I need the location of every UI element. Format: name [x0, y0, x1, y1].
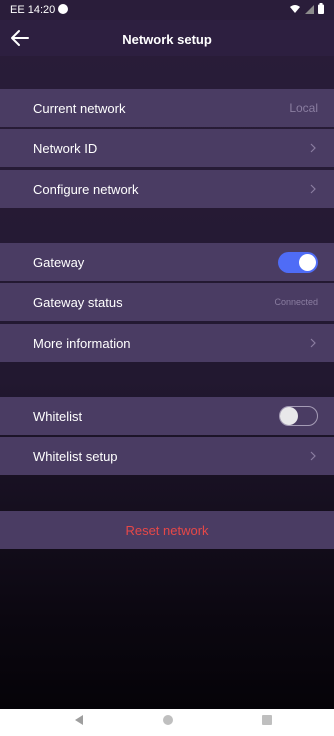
- page-title: Network setup: [122, 32, 212, 47]
- toggle-knob: [299, 254, 316, 271]
- gateway-status-label: Gateway status: [33, 295, 123, 310]
- battery-icon: [318, 3, 324, 14]
- current-network-label: Current network: [33, 101, 126, 116]
- status-icons: [289, 3, 324, 14]
- chevron-right-icon: [310, 184, 316, 194]
- signal-icon: [305, 4, 314, 14]
- nav-back-icon[interactable]: [74, 714, 84, 726]
- system-nav-bar: [0, 709, 334, 736]
- chevron-right-icon: [310, 143, 316, 153]
- app-bar: Network setup: [0, 20, 334, 56]
- configure-network-row[interactable]: Configure network: [0, 170, 334, 208]
- status-time: EE 14:20: [10, 4, 56, 16]
- chevron-right-icon: [310, 451, 316, 461]
- whitelist-setup-label: Whitelist setup: [33, 449, 118, 464]
- toggle-knob: [280, 407, 298, 425]
- gateway-row: Gateway: [0, 243, 334, 281]
- more-information-label: More information: [33, 336, 131, 351]
- gateway-status-row: Gateway status Connected: [0, 283, 334, 321]
- status-bar: EE 14:20: [0, 0, 334, 20]
- more-information-row[interactable]: More information: [0, 324, 334, 362]
- gateway-label: Gateway: [33, 255, 85, 270]
- reset-network-label: Reset network: [125, 523, 209, 538]
- wifi-icon: [290, 4, 300, 13]
- current-network-row: Current network Local: [0, 89, 334, 127]
- configure-network-label: Configure network: [33, 182, 139, 197]
- whitelist-toggle[interactable]: [279, 406, 318, 426]
- notification-dot-icon: [58, 4, 68, 14]
- chevron-right-icon: [310, 338, 316, 348]
- gateway-status-value: Connected: [274, 297, 318, 307]
- nav-home-icon[interactable]: [163, 715, 173, 725]
- whitelist-label: Whitelist: [33, 409, 83, 424]
- whitelist-row: Whitelist: [0, 397, 334, 435]
- nav-recents-icon[interactable]: [262, 715, 272, 725]
- current-network-value: Local: [289, 101, 318, 115]
- network-id-label: Network ID: [33, 141, 98, 156]
- whitelist-setup-row[interactable]: Whitelist setup: [0, 437, 334, 475]
- network-id-row[interactable]: Network ID: [0, 129, 334, 167]
- reset-network-button[interactable]: Reset network: [0, 511, 334, 549]
- app-screen: EE 14:20 Network setup Current network L…: [0, 0, 334, 709]
- gateway-toggle[interactable]: [278, 252, 318, 273]
